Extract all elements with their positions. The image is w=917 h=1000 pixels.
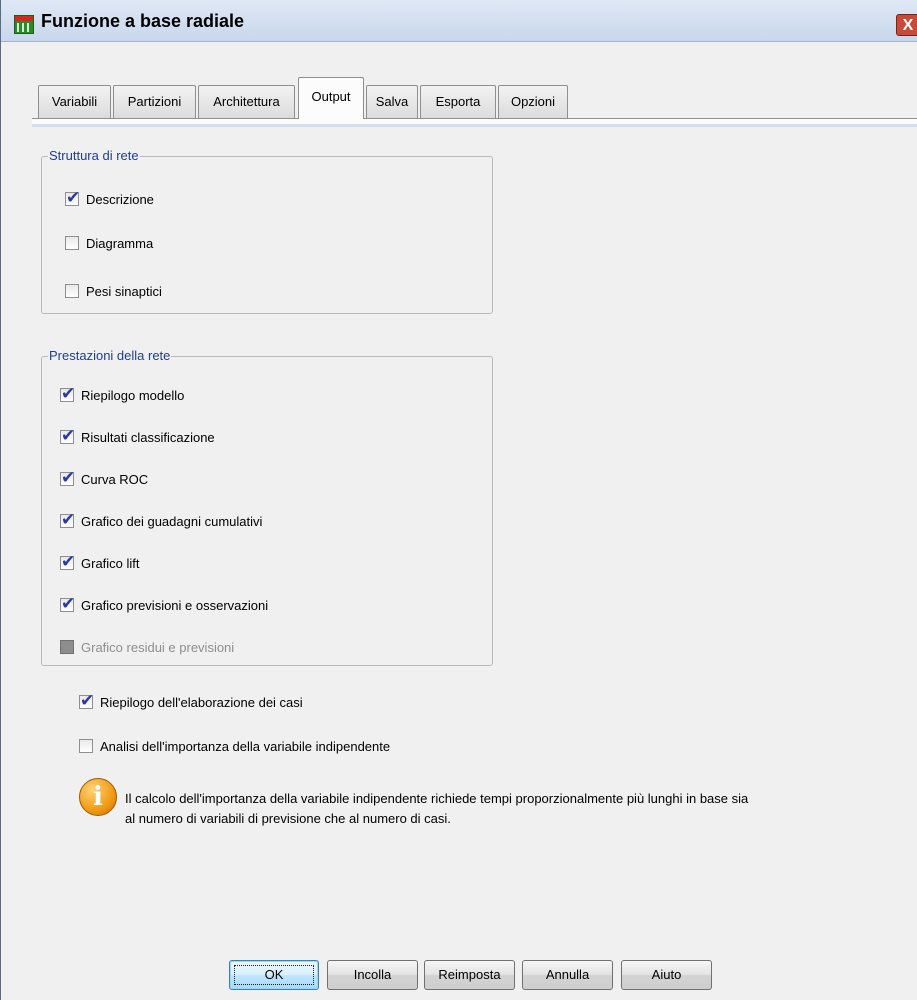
- tab-esporta[interactable]: Esporta: [420, 85, 496, 118]
- checkbox-box: [60, 640, 74, 654]
- tab-variabili[interactable]: Variabili: [38, 85, 111, 118]
- paste-button[interactable]: Incolla: [327, 960, 418, 990]
- tab-partizioni[interactable]: Partizioni: [113, 85, 196, 118]
- focus-rect: [234, 965, 314, 985]
- info-icon: i: [79, 778, 117, 816]
- tab-panel-accent: [32, 124, 917, 127]
- checkbox-grafico-lift[interactable]: Grafico lift: [60, 552, 140, 573]
- checkbox-previsioni-osservazioni[interactable]: Grafico previsioni e osservazioni: [60, 594, 269, 615]
- network-structure-legend: Struttura di rete: [48, 148, 140, 164]
- checkbox-label: Risultati classificazione: [81, 429, 215, 445]
- dialog-window: Funzione a base radiale X Variabili Part…: [0, 0, 917, 1000]
- checkbox-box[interactable]: [65, 236, 79, 250]
- checkbox-label: Analisi dell'importanza della variabile …: [100, 738, 391, 754]
- checkbox-label: Riepilogo modello: [81, 387, 185, 403]
- checkbox-label: Grafico dei guadagni cumulativi: [81, 513, 263, 529]
- checkbox-box[interactable]: [60, 552, 75, 572]
- checkbox-label: Grafico previsioni e osservazioni: [81, 597, 269, 613]
- checkbox-label: Diagramma: [86, 235, 154, 251]
- tab-opzioni[interactable]: Opzioni: [498, 85, 568, 118]
- checkbox-riepilogo-elaborazione-casi[interactable]: Riepilogo dell'elaborazione dei casi: [79, 691, 303, 712]
- checkbox-risultati-classificazione[interactable]: Risultati classificazione: [60, 426, 215, 447]
- checkbox-descrizione[interactable]: Descrizione: [65, 188, 154, 209]
- help-button[interactable]: Aiuto: [621, 960, 712, 990]
- checkbox-curva-roc[interactable]: Curva ROC: [60, 468, 149, 489]
- checkbox-box[interactable]: [79, 691, 94, 711]
- info-line-2: al numero di variabili di previsione che…: [125, 811, 451, 826]
- info-line-1: Il calcolo dell'importanza della variabi…: [125, 791, 749, 806]
- ok-button[interactable]: OK: [229, 960, 319, 990]
- checkbox-label: Pesi sinaptici: [86, 283, 162, 299]
- network-performance-group: Prestazioni della rete Riepilogo modello…: [41, 348, 493, 666]
- title-bar[interactable]: Funzione a base radiale X: [1, 0, 917, 42]
- checkbox-box[interactable]: [65, 284, 79, 298]
- checkbox-pesi-sinaptici[interactable]: Pesi sinaptici: [65, 281, 162, 301]
- checkbox-label: Descrizione: [86, 191, 154, 207]
- tab-salva[interactable]: Salva: [366, 85, 418, 118]
- checkbox-box[interactable]: [60, 594, 75, 614]
- tab-architettura[interactable]: Architettura: [198, 85, 295, 118]
- checkbox-label: Riepilogo dell'elaborazione dei casi: [100, 694, 303, 710]
- checkbox-diagramma[interactable]: Diagramma: [65, 233, 153, 253]
- checkbox-box[interactable]: [60, 468, 75, 488]
- checkbox-box[interactable]: [60, 510, 75, 530]
- checkbox-riepilogo-modello[interactable]: Riepilogo modello: [60, 384, 185, 405]
- info-message: Il calcolo dell'importanza della variabi…: [125, 789, 905, 829]
- checkbox-label: Grafico residui e previsioni: [81, 639, 235, 655]
- network-structure-group: Struttura di rete Descrizione Diagramma …: [41, 148, 493, 314]
- checkbox-residui-previsioni: Grafico residui e previsioni: [60, 637, 234, 657]
- cancel-button[interactable]: Annulla: [522, 960, 613, 990]
- checkbox-box[interactable]: [65, 188, 80, 208]
- checkbox-box[interactable]: [60, 384, 75, 404]
- network-performance-legend: Prestazioni della rete: [48, 348, 172, 364]
- checkbox-analisi-importanza[interactable]: Analisi dell'importanza della variabile …: [79, 736, 390, 756]
- spss-data-table-icon: [14, 15, 34, 34]
- reset-button[interactable]: Reimposta: [424, 960, 515, 990]
- checkbox-label: Curva ROC: [81, 471, 149, 487]
- close-button[interactable]: X: [896, 14, 917, 36]
- checkbox-box[interactable]: [60, 426, 75, 446]
- checkbox-box[interactable]: [79, 739, 93, 753]
- tab-output[interactable]: Output: [298, 77, 364, 119]
- window-title: Funzione a base radiale: [41, 11, 245, 31]
- checkbox-label: Grafico lift: [81, 555, 140, 571]
- checkbox-guadagni-cumulativi[interactable]: Grafico dei guadagni cumulativi: [60, 510, 263, 531]
